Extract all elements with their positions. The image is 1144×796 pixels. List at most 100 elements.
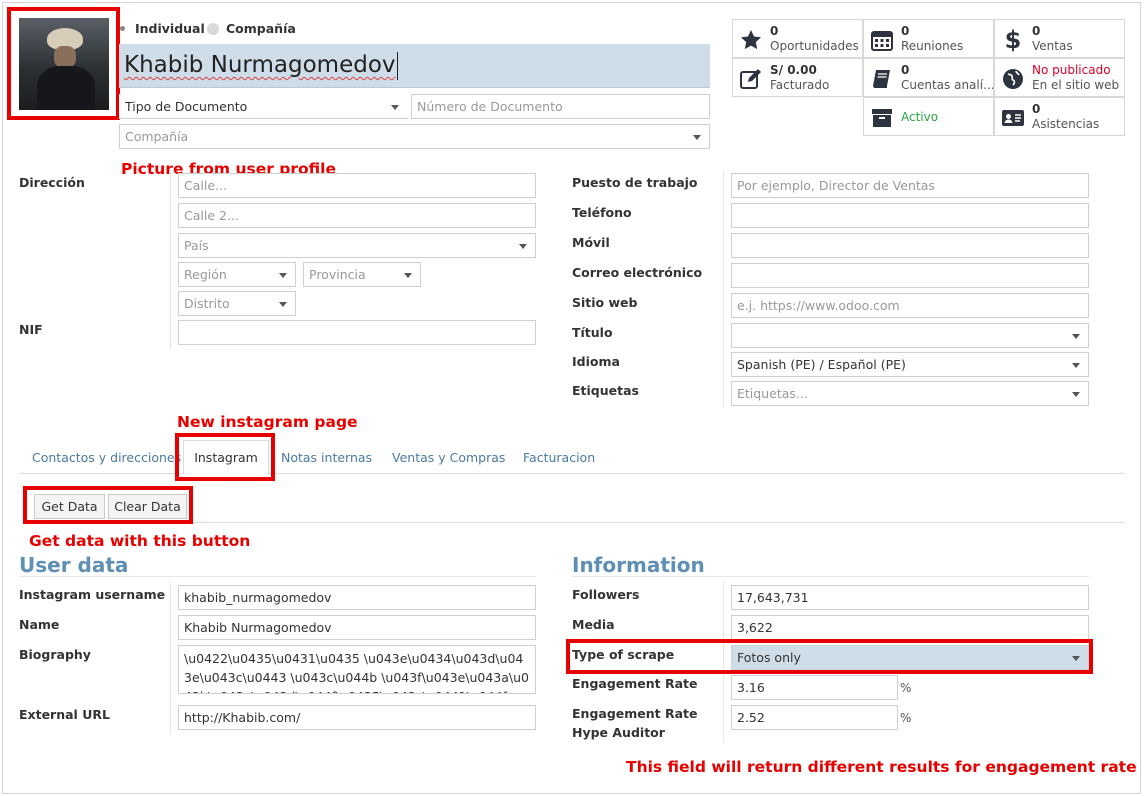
company-placeholder: Compañía [125,129,189,144]
instagram-username-input[interactable]: khabib_nurmagomedov [178,585,536,610]
company-select[interactable]: Compañía [119,124,710,149]
radio-individual[interactable]: Individual [120,21,205,36]
engagement-rate-ha-label-line1: Engagement Rate [572,706,698,721]
nif-input[interactable] [178,320,536,345]
archive-icon [872,109,892,127]
address-divider [170,172,171,349]
document-number-input[interactable]: Número de Documento [411,94,710,119]
book-icon [873,70,890,88]
tab-contacts-addresses[interactable]: Contactos y direcciones [32,450,181,465]
partner-name-input[interactable]: Khabib Nurmagomedov [119,44,710,88]
stat-invoiced-amount: S/ 0.00 [770,63,817,77]
engagement-rate-ha-input[interactable]: 2.52 [731,705,898,730]
stat-website[interactable]: No publicado En el sitio web [994,58,1125,97]
email-label: Correo electrónico [572,265,703,280]
country-placeholder: País [184,238,209,253]
language-label: Idioma [572,354,620,369]
instagram-username-label: Instagram username [19,587,166,602]
job-position-input[interactable]: Por ejemplo, Director de Ventas [731,173,1089,198]
job-position-placeholder: Por ejemplo, Director de Ventas [737,178,935,193]
website-input[interactable]: e.j. https://www.odoo.com [731,293,1089,318]
annotation-get-data: Get data with this button [29,532,251,550]
phone-input[interactable] [731,203,1089,228]
street2-placeholder: Calle 2... [184,208,239,223]
street-placeholder: Calle... [184,178,227,193]
district-placeholder: Distrito [184,296,230,311]
job-position-label: Puesto de trabajo [572,175,698,190]
website-placeholder: e.j. https://www.odoo.com [737,298,900,313]
followers-value: 17,643,731 [737,590,809,605]
language-select[interactable]: Spanish (PE) / Español (PE) [731,352,1089,377]
stat-invoiced[interactable]: S/ 0.00 Facturado [732,58,863,97]
biography-textarea[interactable]: \u0422\u0435\u0431\u0435 \u043e\u0434\u0… [178,645,536,694]
engagement-rate-label: Engagement Rate [572,676,698,691]
stat-analytic-count: 0 [901,63,910,77]
title-label: Título [572,325,613,340]
id-card-icon [1002,110,1024,126]
tags-select[interactable]: Etiquetas... [731,381,1089,406]
calendar-icon [871,31,893,51]
stat-website-label: En el sitio web [1032,78,1120,92]
province-select[interactable]: Provincia [303,262,421,287]
radio-individual-label: Individual [135,21,205,36]
information-title: Information [572,553,705,577]
engagement-rate-ha-label-line2: Hype Auditor [572,725,665,740]
highlight-scrape-type [566,639,1093,674]
tags-placeholder: Etiquetas... [737,386,808,401]
name-input[interactable]: Khabib Nurmagomedov [178,615,536,640]
stat-active-label: Activo [901,110,939,124]
mobile-input[interactable] [731,233,1089,258]
stat-active-toggle[interactable]: Activo [863,97,994,136]
tab-invoicing[interactable]: Facturacion [523,450,595,465]
stat-meetings-count: 0 [901,24,910,38]
dollar-icon: $ [1004,26,1022,54]
title-select[interactable] [731,323,1089,348]
street2-input[interactable]: Calle 2... [178,203,536,228]
tab-sales-purchases[interactable]: Ventas y Compras [392,450,505,465]
text-cursor [397,52,398,80]
media-value: 3,622 [737,620,773,635]
tags-label: Etiquetas [572,383,639,398]
followers-input[interactable]: 17,643,731 [731,585,1089,610]
radio-company[interactable]: Compañía [207,21,296,36]
followers-label: Followers [572,587,640,602]
document-type-select[interactable]: Tipo de Documento [119,94,408,119]
partner-name-text: Khabib Nurmagomedov [124,52,396,78]
engagement-rate-input[interactable]: 3.16 [731,675,898,700]
external-url-input[interactable]: http://Khabib.com/ [178,705,536,730]
nif-label: NIF [19,322,43,337]
country-select[interactable]: País [178,233,536,258]
engagement-rate-percent: % [900,681,912,695]
stat-analytic-accounts[interactable]: 0 Cuentas analí... [863,58,994,97]
region-select[interactable]: Región [178,262,296,287]
name-value: Khabib Nurmagomedov [184,620,332,635]
stat-sales[interactable]: $ 0 Ventas [994,19,1125,58]
stat-attendances[interactable]: 0 Asistencias [994,97,1125,136]
user-data-title: User data [19,553,129,577]
stat-opportunities[interactable]: 0 Oportunidades [732,19,863,58]
name-label: Name [19,617,60,632]
stat-meetings-label: Reuniones [901,39,964,53]
annotation-instagram: New instagram page [177,413,358,431]
globe-icon [1003,69,1023,89]
biography-value: \u0422\u0435\u0431\u0435 \u043e\u0434\u0… [184,651,530,693]
stat-invoiced-label: Facturado [770,78,830,92]
stat-sales-count: 0 [1032,24,1041,38]
star-icon [741,30,761,50]
tab-internal-notes[interactable]: Notas internas [281,450,372,465]
stat-website-status: No publicado [1032,63,1111,77]
media-input[interactable]: 3,622 [731,615,1089,640]
annotation-engagement: This field will return different results… [626,758,1137,776]
street-input[interactable]: Calle... [178,173,536,198]
phone-label: Teléfono [572,205,632,220]
document-number-placeholder: Número de Documento [417,99,563,114]
radio-circle-icon [207,22,219,35]
external-url-label: External URL [19,707,110,722]
stat-opportunities-count: 0 [770,24,779,38]
district-select[interactable]: Distrito [178,291,296,316]
highlight-instagram-tab [175,433,275,481]
stat-meetings[interactable]: 0 Reuniones [863,19,994,58]
email-input[interactable] [731,263,1089,288]
province-placeholder: Provincia [309,267,366,282]
instagram-username-value: khabib_nurmagomedov [184,590,332,605]
